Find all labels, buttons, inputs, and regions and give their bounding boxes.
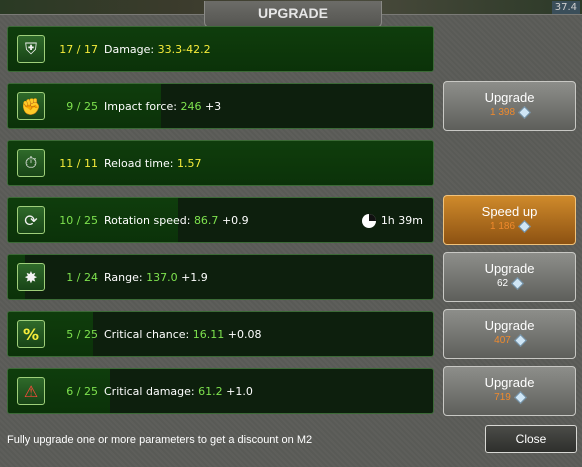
discount-hint: Fully upgrade one or more parameters to … [7, 434, 313, 446]
corner-readout: 37.4 [551, 1, 580, 14]
panel-title: UPGRADE [204, 1, 382, 28]
param-bonus: +1.0 [226, 385, 253, 398]
level-text: 6 / 25 [66, 385, 98, 398]
param-label: Impact force: [104, 100, 177, 113]
close-button[interactable]: Close [485, 425, 577, 453]
crystal-icon [518, 219, 531, 233]
param-label: Rotation speed: [104, 214, 191, 227]
param-row-damage: ⛨ 17 / 17 Damage: 33.3-42.2 [7, 26, 434, 72]
param-bonus: +1.9 [181, 271, 208, 284]
param-label: Critical damage: [104, 385, 195, 398]
button-cost: 1 186 [444, 219, 575, 233]
button-cost: 62 [444, 276, 575, 290]
param-bonus: +3 [204, 100, 222, 113]
crystal-icon [518, 105, 531, 119]
timer-value: 1h 39m [380, 214, 423, 227]
upgrade-button-impact-force[interactable]: Upgrade 1 398 [443, 81, 576, 131]
level-text: 17 / 17 [59, 43, 98, 56]
param-value: 16.11 [192, 328, 225, 341]
button-label: Upgrade [484, 261, 535, 276]
param-description: Reload time: 1.57 [104, 141, 202, 185]
param-row-impact-force: ✊ 9 / 25 Impact force: 246 +3 [7, 83, 434, 129]
shield-minus-icon: ⛨ [17, 35, 45, 63]
param-row-reload-time: ⏱ 11 / 11 Reload time: 1.57 [7, 140, 434, 186]
upgrade-button-range[interactable]: Upgrade 62 [443, 252, 576, 302]
param-value: 246 [180, 100, 202, 113]
crystal-icon [511, 276, 524, 290]
param-value: 1.57 [176, 157, 202, 170]
param-row-range: ✸ 1 / 24 Range: 137.0 +1.9 [7, 254, 434, 300]
button-label: Upgrade [484, 318, 535, 333]
button-cost: 407 [444, 333, 575, 347]
rotation-icon: ⟳ [17, 206, 45, 234]
clock-icon [361, 214, 376, 228]
button-label: Upgrade [484, 90, 535, 105]
param-label: Range: [104, 271, 143, 284]
level-text: 11 / 11 [59, 157, 98, 170]
param-description: Range: 137.0 +1.9 [104, 255, 208, 299]
param-bonus: +0.9 [221, 214, 249, 227]
param-row-critical-damage: ⚠ 6 / 25 Critical damage: 61.2 +1.0 [7, 368, 434, 414]
param-value: 61.2 [198, 385, 223, 398]
button-label: Speed up [481, 204, 538, 219]
param-value: 86.7 [193, 214, 219, 227]
speed-up-button[interactable]: Speed up 1 186 [443, 195, 576, 245]
upgrade-button-critical-chance[interactable]: Upgrade 407 [443, 309, 576, 359]
level-text: 9 / 25 [66, 100, 98, 113]
button-cost: 1 398 [444, 105, 575, 119]
level-text: 10 / 25 [59, 214, 98, 227]
upgrade-timer: 1h 39m [361, 198, 423, 242]
upgrade-button-critical-damage[interactable]: Upgrade 719 [443, 366, 576, 416]
shield-alert-icon: ⚠ [17, 377, 45, 405]
param-value: 137.0 [146, 271, 178, 284]
range-icon: ✸ [17, 263, 45, 291]
param-description: Critical damage: 61.2 +1.0 [104, 369, 253, 413]
param-label: Reload time: [104, 157, 174, 170]
param-label: Damage: [104, 43, 155, 56]
param-description: Damage: 33.3-42.2 [104, 27, 211, 71]
bullet-clock-icon: ⏱ [17, 149, 45, 177]
param-row-rotation-speed: ⟳ 10 / 25 Rotation speed: 86.7 +0.9 1h 3… [7, 197, 434, 243]
fist-icon: ✊ [17, 92, 45, 120]
param-row-critical-chance: % 5 / 25 Critical chance: 16.11 +0.08 [7, 311, 434, 357]
param-bonus: +0.08 [227, 328, 262, 341]
crystal-icon [513, 333, 527, 347]
param-description: Impact force: 246 +3 [104, 84, 222, 128]
percent-icon: % [17, 320, 45, 348]
button-cost: 719 [444, 390, 575, 404]
level-text: 1 / 24 [66, 271, 98, 284]
param-label: Critical chance: [104, 328, 190, 341]
crystal-icon [513, 390, 527, 404]
button-label: Upgrade [484, 375, 535, 390]
param-description: Rotation speed: 86.7 +0.9 [104, 198, 249, 242]
level-text: 5 / 25 [66, 328, 98, 341]
param-value: 33.3-42.2 [157, 43, 211, 56]
param-description: Critical chance: 16.11 +0.08 [104, 312, 262, 356]
